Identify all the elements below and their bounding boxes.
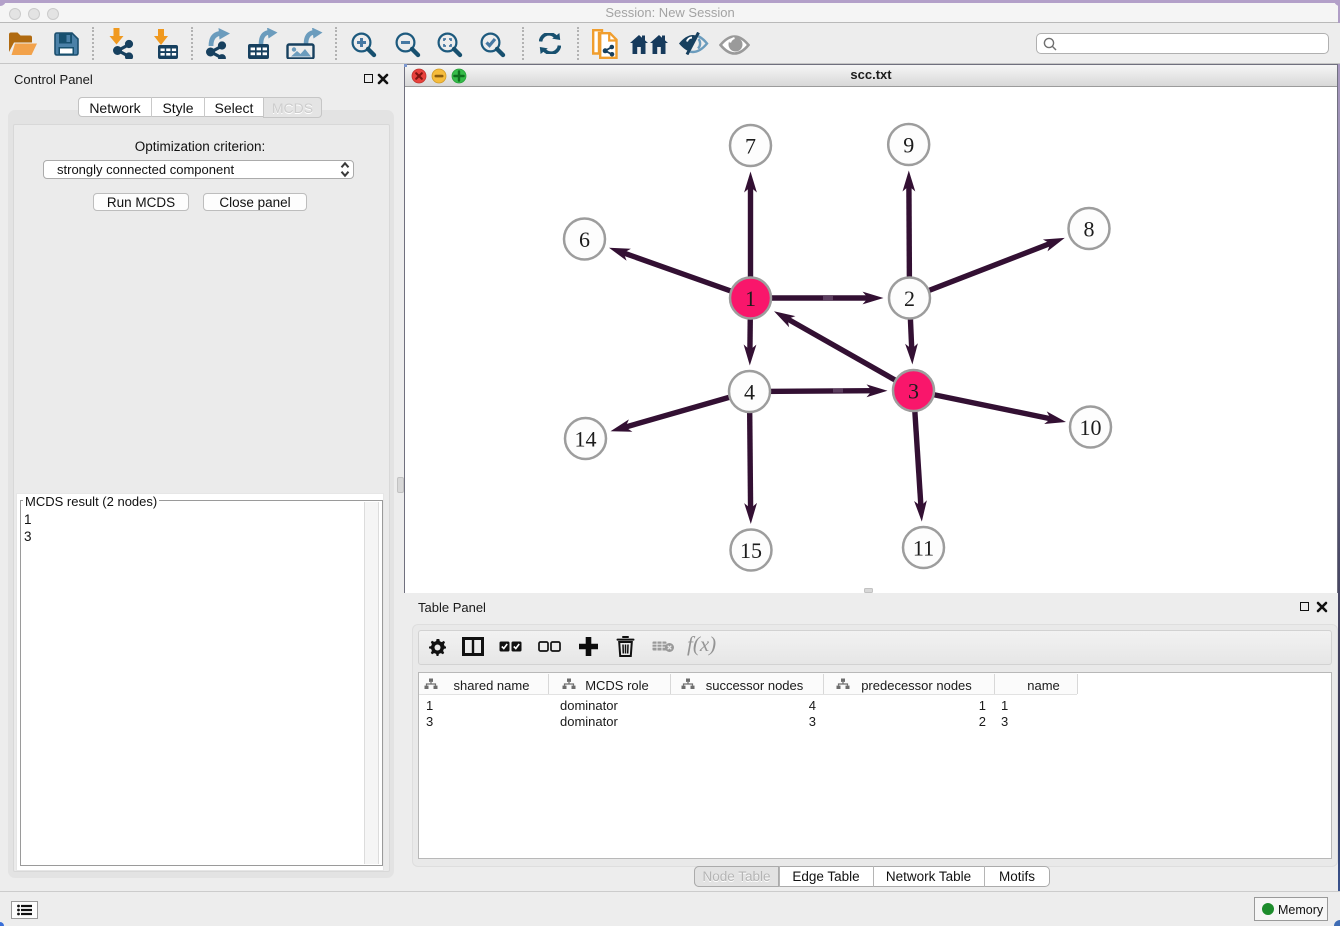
svg-text:15: 15: [740, 538, 762, 563]
svg-text:7: 7: [745, 134, 756, 159]
svg-text:3: 3: [908, 379, 919, 404]
svg-text:2: 2: [904, 286, 915, 311]
svg-text:8: 8: [1084, 217, 1095, 242]
svg-text:14: 14: [575, 427, 597, 452]
svg-text:4: 4: [744, 380, 755, 405]
svg-text:9: 9: [903, 133, 914, 158]
svg-text:1: 1: [745, 286, 756, 311]
svg-text:10: 10: [1080, 415, 1102, 440]
svg-text:6: 6: [579, 227, 590, 252]
svg-text:11: 11: [913, 536, 934, 561]
